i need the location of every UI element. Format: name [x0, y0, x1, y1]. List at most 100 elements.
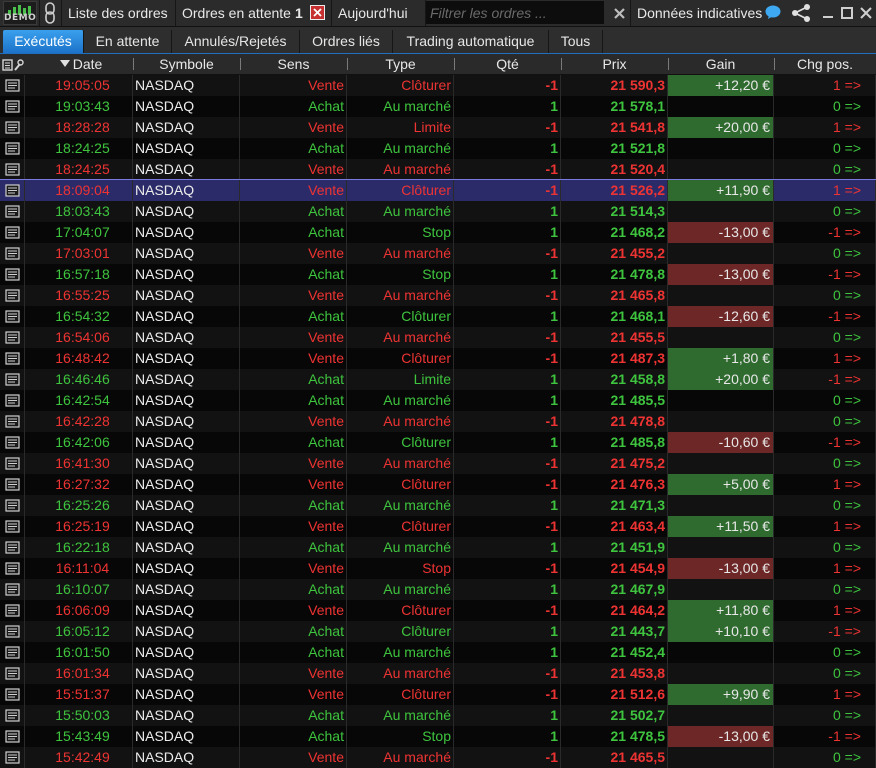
- cell-quantity: 1: [454, 96, 561, 117]
- order-details-button[interactable]: [0, 96, 25, 117]
- minimize-button[interactable]: [819, 0, 837, 26]
- table-row[interactable]: 16:42:28 NASDAQ Vente Au marché -1 21 478,8 0 …: [0, 411, 876, 432]
- table-row[interactable]: 16:57:18 NASDAQ Achat Stop 1 21 478,8 -13,00 €…: [0, 264, 876, 285]
- order-details-button[interactable]: [0, 558, 25, 579]
- maximize-button[interactable]: [838, 0, 856, 26]
- order-details-button[interactable]: [0, 306, 25, 327]
- column-settings[interactable]: [0, 54, 25, 75]
- order-details-button[interactable]: [0, 474, 25, 495]
- cell-price: 21 468,2: [561, 222, 668, 243]
- column-header-date[interactable]: Date: [25, 54, 133, 75]
- order-details-button[interactable]: [0, 75, 25, 96]
- column-header-chg-pos[interactable]: Chg pos.: [774, 54, 876, 75]
- cell-position-change: 1 =>: [774, 474, 876, 495]
- column-header-qte[interactable]: Qté: [454, 54, 561, 75]
- table-row[interactable]: 15:51:37 NASDAQ Vente Clôturer -1 21 512,6 +9,…: [0, 684, 876, 705]
- order-details-button[interactable]: [0, 285, 25, 306]
- order-details-button[interactable]: [0, 390, 25, 411]
- order-details-button[interactable]: [0, 495, 25, 516]
- cancel-pending-button[interactable]: [310, 5, 325, 20]
- column-header-symbole[interactable]: Symbole: [133, 54, 240, 75]
- order-details-button[interactable]: [0, 222, 25, 243]
- order-details-button[interactable]: [0, 537, 25, 558]
- table-row[interactable]: 16:10:07 NASDAQ Achat Au marché 1 21 467,9 0 =…: [0, 579, 876, 600]
- table-row[interactable]: 16:22:18 NASDAQ Achat Au marché 1 21 451,9 0 =…: [0, 537, 876, 558]
- order-details-button[interactable]: [0, 327, 25, 348]
- cell-position-change: 0 =>: [774, 411, 876, 432]
- order-details-button[interactable]: [0, 201, 25, 222]
- table-row[interactable]: 16:42:06 NASDAQ Achat Clôturer 1 21 485,8 -10,…: [0, 432, 876, 453]
- order-details-button[interactable]: [0, 747, 25, 768]
- table-row[interactable]: 15:43:49 NASDAQ Achat Stop 1 21 478,5 -13,00 €…: [0, 726, 876, 747]
- table-row[interactable]: 16:01:34 NASDAQ Vente Au marché -1 21 453,8 0 …: [0, 663, 876, 684]
- cell-side: Vente: [240, 75, 347, 96]
- table-row[interactable]: 16:06:09 NASDAQ Vente Clôturer -1 21 464,2 +11…: [0, 600, 876, 621]
- order-details-button[interactable]: [0, 663, 25, 684]
- order-details-button[interactable]: [0, 159, 25, 180]
- order-details-button[interactable]: [0, 369, 25, 390]
- tab-executes[interactable]: Exécutés: [3, 30, 84, 53]
- order-details-button[interactable]: [0, 705, 25, 726]
- table-row[interactable]: 16:11:04 NASDAQ Vente Stop -1 21 454,9 -13,00 …: [0, 558, 876, 579]
- order-details-button[interactable]: [0, 243, 25, 264]
- order-list-button[interactable]: Liste des ordres: [61, 0, 174, 26]
- share-button[interactable]: [786, 0, 816, 26]
- clear-filter-button[interactable]: [609, 0, 629, 26]
- column-header-gain[interactable]: Gain: [668, 54, 774, 75]
- pending-orders-button[interactable]: Ordres en attente 1: [175, 0, 330, 26]
- tab-ordres-lies[interactable]: Ordres liés: [300, 30, 393, 53]
- table-row[interactable]: 17:03:01 NASDAQ Vente Au marché -1 21 455,2 0 …: [0, 243, 876, 264]
- order-details-button[interactable]: [0, 726, 25, 747]
- order-details-button[interactable]: [0, 516, 25, 537]
- cell-side: Vente: [240, 327, 347, 348]
- table-row[interactable]: 18:09:04 NASDAQ Vente Clôturer -1 21 526,2 +11…: [0, 179, 876, 202]
- indicative-data-button[interactable]: Données indicatives: [630, 0, 784, 26]
- period-selector[interactable]: Aujourd'hui: [331, 0, 424, 26]
- order-details-button[interactable]: [0, 642, 25, 663]
- cell-position-change: 1 =>: [774, 558, 876, 579]
- table-row[interactable]: 16:55:25 NASDAQ Vente Au marché -1 21 465,8 0 …: [0, 285, 876, 306]
- order-details-button[interactable]: [0, 348, 25, 369]
- filter-orders-input[interactable]: [426, 1, 604, 24]
- order-details-button[interactable]: [0, 117, 25, 138]
- table-row[interactable]: 15:50:03 NASDAQ Achat Au marché 1 21 502,7 0 =…: [0, 705, 876, 726]
- order-details-button[interactable]: [0, 453, 25, 474]
- close-window-button[interactable]: [857, 0, 875, 26]
- table-row[interactable]: 16:48:42 NASDAQ Vente Clôturer -1 21 487,3 +1,…: [0, 348, 876, 369]
- tab-annules-rejetes[interactable]: Annulés/Rejetés: [172, 30, 300, 53]
- order-details-button[interactable]: [0, 180, 25, 201]
- table-row[interactable]: 16:54:06 NASDAQ Vente Au marché -1 21 455,5 0 …: [0, 327, 876, 348]
- column-header-prix[interactable]: Prix: [561, 54, 668, 75]
- table-row[interactable]: 18:28:28 NASDAQ Vente Limite -1 21 541,8 +20,0…: [0, 117, 876, 138]
- table-row[interactable]: 18:03:43 NASDAQ Achat Au marché 1 21 514,3 0 =…: [0, 201, 876, 222]
- tab-tous[interactable]: Tous: [549, 30, 603, 53]
- table-row[interactable]: 16:01:50 NASDAQ Achat Au marché 1 21 452,4 0 =…: [0, 642, 876, 663]
- column-header-sens[interactable]: Sens: [240, 54, 347, 75]
- column-header-type[interactable]: Type: [347, 54, 454, 75]
- table-row[interactable]: 19:03:43 NASDAQ Achat Au marché 1 21 578,1 0 =…: [0, 96, 876, 117]
- link-chain-button[interactable]: [39, 0, 60, 26]
- order-details-button[interactable]: [0, 432, 25, 453]
- table-row[interactable]: 16:05:12 NASDAQ Achat Clôturer 1 21 443,7 +10,…: [0, 621, 876, 642]
- order-details-button[interactable]: [0, 264, 25, 285]
- tab-en-attente[interactable]: En attente: [84, 30, 172, 53]
- table-row[interactable]: 17:04:07 NASDAQ Achat Stop 1 21 468,2 -13,00 €…: [0, 222, 876, 243]
- order-details-button[interactable]: [0, 600, 25, 621]
- table-row[interactable]: 18:24:25 NASDAQ Achat Au marché 1 21 521,8 0 =…: [0, 138, 876, 159]
- table-row[interactable]: 19:05:05 NASDAQ Vente Clôturer -1 21 590,3 +12…: [0, 75, 876, 96]
- tab-trading-automatique[interactable]: Trading automatique: [393, 30, 549, 53]
- order-details-button[interactable]: [0, 579, 25, 600]
- table-row[interactable]: 16:25:19 NASDAQ Vente Clôturer -1 21 463,4 +11…: [0, 516, 876, 537]
- order-details-button[interactable]: [0, 684, 25, 705]
- table-row[interactable]: 16:27:32 NASDAQ Vente Clôturer -1 21 476,3 +5,…: [0, 474, 876, 495]
- order-details-button[interactable]: [0, 138, 25, 159]
- order-details-button[interactable]: [0, 621, 25, 642]
- table-row[interactable]: 16:25:26 NASDAQ Achat Au marché 1 21 471,3 0 =…: [0, 495, 876, 516]
- table-row[interactable]: 16:54:32 NASDAQ Achat Clôturer 1 21 468,1 -12,…: [0, 306, 876, 327]
- table-row[interactable]: 18:24:25 NASDAQ Vente Au marché -1 21 520,4 0 …: [0, 159, 876, 180]
- order-details-button[interactable]: [0, 411, 25, 432]
- table-row[interactable]: 16:41:30 NASDAQ Vente Au marché -1 21 475,2 0 …: [0, 453, 876, 474]
- table-row[interactable]: 16:42:54 NASDAQ Achat Au marché 1 21 485,5 0 =…: [0, 390, 876, 411]
- table-row[interactable]: 15:42:49 NASDAQ Vente Au marché -1 21 465,5 0 …: [0, 747, 876, 768]
- table-row[interactable]: 16:46:46 NASDAQ Achat Limite 1 21 458,8 +20,00…: [0, 369, 876, 390]
